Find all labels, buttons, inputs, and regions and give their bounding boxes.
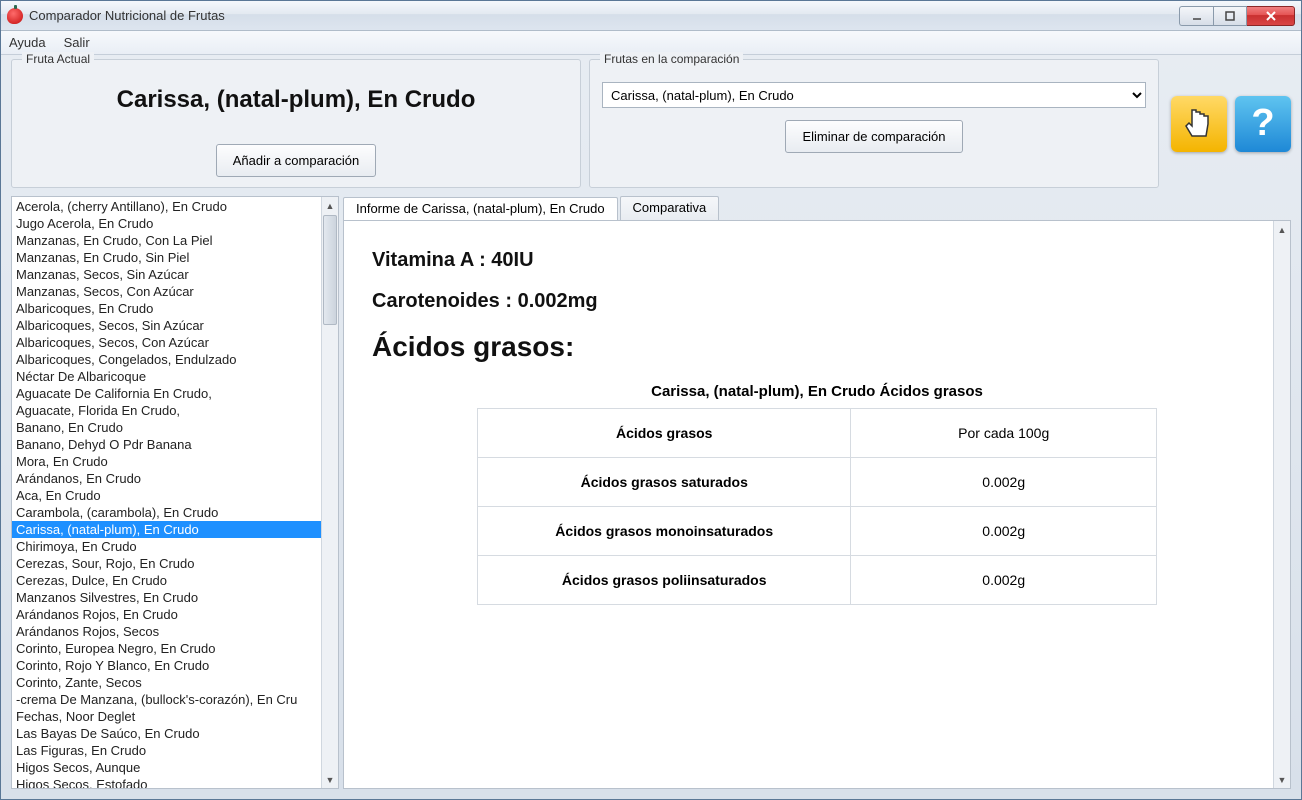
row-label: Ácidos grasos poliinsaturados — [478, 556, 851, 605]
list-item[interactable]: Las Figuras, En Crudo — [12, 742, 321, 759]
table-row: Ácidos grasos saturados 0.002g — [478, 458, 1157, 507]
list-item[interactable]: Carambola, (carambola), En Crudo — [12, 504, 321, 521]
list-item[interactable]: -crema De Manzana, (bullock's-corazón), … — [12, 691, 321, 708]
scroll-down-icon[interactable]: ▼ — [1274, 771, 1290, 788]
current-fruit-group: Fruta Actual Carissa, (natal-plum), En C… — [11, 59, 581, 188]
window-controls — [1179, 6, 1295, 26]
content-area: Acerola, (cherry Antillano), En CrudoJug… — [1, 194, 1301, 799]
row-value: 0.002g — [851, 458, 1157, 507]
fatty-acids-table: Ácidos grasos Por cada 100g Ácidos graso… — [477, 408, 1157, 605]
col-header-left: Ácidos grasos — [478, 409, 851, 458]
list-item[interactable]: Corinto, Rojo Y Blanco, En Crudo — [12, 657, 321, 674]
list-item[interactable]: Higos Secos, Estofado — [12, 776, 321, 788]
add-to-comparison-button[interactable]: Añadir a comparación — [216, 144, 376, 177]
report-scrollbar[interactable]: ▲ ▼ — [1273, 221, 1290, 788]
window-title: Comparador Nutricional de Frutas — [29, 8, 225, 23]
list-item[interactable]: Manzanas, Secos, Sin Azúcar — [12, 266, 321, 283]
list-item[interactable]: Arándanos, En Crudo — [12, 470, 321, 487]
minimize-icon — [1191, 10, 1203, 22]
table-header-row: Ácidos grasos Por cada 100g — [478, 409, 1157, 458]
list-item[interactable]: Albaricoques, Secos, Con Azúcar — [12, 334, 321, 351]
fruit-list[interactable]: Acerola, (cherry Antillano), En CrudoJug… — [12, 197, 321, 788]
list-item[interactable]: Carissa, (natal-plum), En Crudo — [12, 521, 321, 538]
list-item[interactable]: Néctar De Albaricoque — [12, 368, 321, 385]
list-item[interactable]: Aguacate, Florida En Crudo, — [12, 402, 321, 419]
list-item[interactable]: Arándanos Rojos, Secos — [12, 623, 321, 640]
current-fruit-legend: Fruta Actual — [22, 52, 94, 66]
row-label: Ácidos grasos monoinsaturados — [478, 507, 851, 556]
strawberry-icon — [7, 8, 23, 24]
list-item[interactable]: Fechas, Noor Deglet — [12, 708, 321, 725]
list-item[interactable]: Aca, En Crudo — [12, 487, 321, 504]
row-value: 0.002g — [851, 507, 1157, 556]
list-item[interactable]: Arándanos Rojos, En Crudo — [12, 606, 321, 623]
comparison-legend: Frutas en la comparación — [600, 52, 743, 66]
list-item[interactable]: Banano, Dehyd O Pdr Banana — [12, 436, 321, 453]
fruit-list-wrap: Acerola, (cherry Antillano), En CrudoJug… — [11, 196, 339, 789]
list-item[interactable]: Albaricoques, Congelados, Endulzado — [12, 351, 321, 368]
fruit-list-scrollbar[interactable]: ▲ ▼ — [321, 197, 338, 788]
list-item[interactable]: Albaricoques, Secos, Sin Azúcar — [12, 317, 321, 334]
carotenoids-line: Carotenoides : 0.002mg — [372, 290, 1262, 313]
list-item[interactable]: Banano, En Crudo — [12, 419, 321, 436]
list-item[interactable]: Acerola, (cherry Antillano), En Crudo — [12, 198, 321, 215]
list-item[interactable]: Las Bayas De Saúco, En Crudo — [12, 725, 321, 742]
top-panels: Fruta Actual Carissa, (natal-plum), En C… — [1, 55, 1301, 194]
report-area: Informe de Carissa, (natal-plum), En Cru… — [343, 196, 1291, 789]
list-item[interactable]: Aguacate De California En Crudo, — [12, 385, 321, 402]
list-item[interactable]: Corinto, Europea Negro, En Crudo — [12, 640, 321, 657]
list-item[interactable]: Cerezas, Dulce, En Crudo — [12, 572, 321, 589]
row-label: Ácidos grasos saturados — [478, 458, 851, 507]
list-item[interactable]: Mora, En Crudo — [12, 453, 321, 470]
maximize-button[interactable] — [1213, 6, 1247, 26]
maximize-icon — [1224, 10, 1236, 22]
titlebar[interactable]: Comparador Nutricional de Frutas — [1, 1, 1301, 31]
vitamin-a-line: Vitamina A : 40IU — [372, 249, 1262, 272]
report-body: Vitamina A : 40IU Carotenoides : 0.002mg… — [343, 220, 1291, 789]
menu-exit[interactable]: Salir — [64, 35, 90, 50]
list-item[interactable]: Albaricoques, En Crudo — [12, 300, 321, 317]
table-row: Ácidos grasos poliinsaturados 0.002g — [478, 556, 1157, 605]
scroll-up-icon[interactable]: ▲ — [1274, 221, 1290, 238]
table-row: Ácidos grasos monoinsaturados 0.002g — [478, 507, 1157, 556]
list-item[interactable]: Cerezas, Sour, Rojo, En Crudo — [12, 555, 321, 572]
close-icon — [1265, 10, 1277, 22]
fatty-acids-heading: Ácidos grasos: — [372, 331, 1262, 363]
menu-help[interactable]: Ayuda — [9, 35, 46, 50]
hand-cursor-icon — [1182, 104, 1216, 144]
scroll-up-icon[interactable]: ▲ — [322, 197, 338, 214]
click-action-button[interactable] — [1171, 96, 1227, 152]
fatty-table-caption: Carissa, (natal-plum), En Crudo Ácidos g… — [372, 383, 1262, 400]
tab-compare[interactable]: Comparativa — [620, 196, 720, 220]
col-header-right: Por cada 100g — [851, 409, 1157, 458]
close-button[interactable] — [1247, 6, 1295, 26]
icon-buttons: ? — [1167, 59, 1291, 188]
app-window: Comparador Nutricional de Frutas Ayuda S… — [0, 0, 1302, 800]
scroll-thumb[interactable] — [323, 215, 337, 325]
list-item[interactable]: Manzanas, En Crudo, Con La Piel — [12, 232, 321, 249]
list-item[interactable]: Manzanos Silvestres, En Crudo — [12, 589, 321, 606]
list-item[interactable]: Chirimoya, En Crudo — [12, 538, 321, 555]
list-item[interactable]: Jugo Acerola, En Crudo — [12, 215, 321, 232]
minimize-button[interactable] — [1179, 6, 1213, 26]
help-button[interactable]: ? — [1235, 96, 1291, 152]
tab-strip: Informe de Carissa, (natal-plum), En Cru… — [343, 196, 1291, 220]
list-item[interactable]: Manzanas, En Crudo, Sin Piel — [12, 249, 321, 266]
question-icon: ? — [1251, 102, 1274, 145]
scroll-down-icon[interactable]: ▼ — [322, 771, 338, 788]
comparison-select[interactable]: Carissa, (natal-plum), En Crudo — [602, 82, 1146, 108]
current-fruit-name: Carissa, (natal-plum), En Crudo — [24, 78, 568, 132]
list-item[interactable]: Corinto, Zante, Secos — [12, 674, 321, 691]
list-item[interactable]: Manzanas, Secos, Con Azúcar — [12, 283, 321, 300]
list-item[interactable]: Higos Secos, Aunque — [12, 759, 321, 776]
comparison-group: Frutas en la comparación Carissa, (natal… — [589, 59, 1159, 188]
tab-report[interactable]: Informe de Carissa, (natal-plum), En Cru… — [343, 197, 618, 221]
remove-from-comparison-button[interactable]: Eliminar de comparación — [785, 120, 962, 153]
row-value: 0.002g — [851, 556, 1157, 605]
